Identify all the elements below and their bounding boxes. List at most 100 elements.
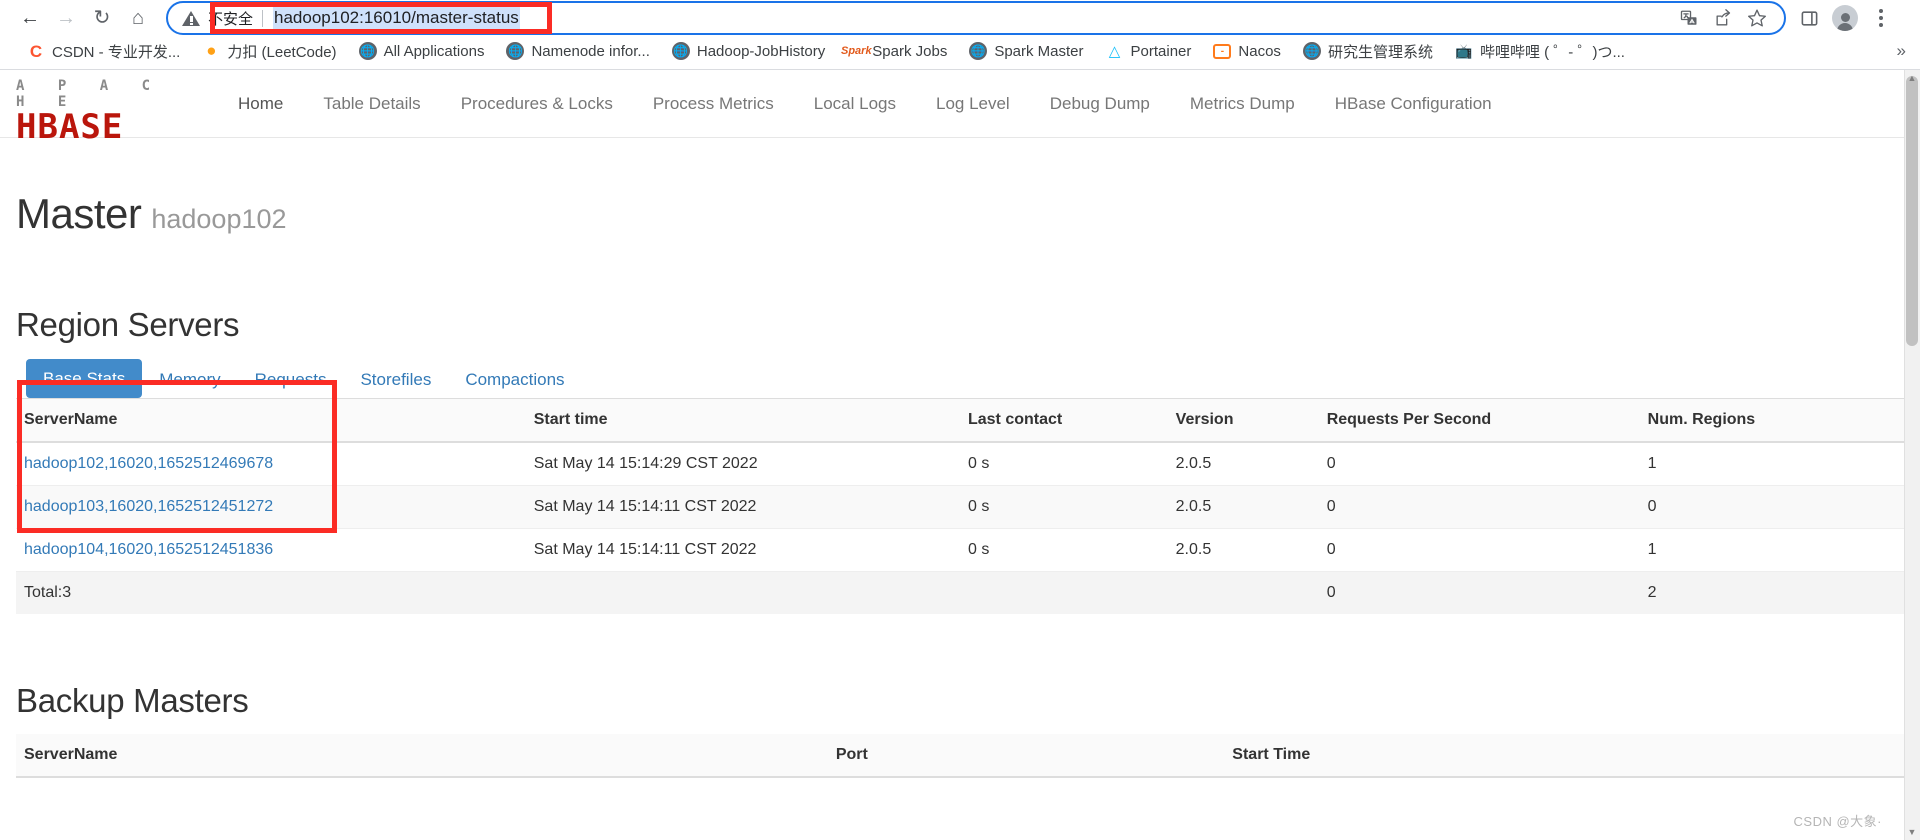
hbase-navbar: A P A C H E HBASE Home Table Details Pro… <box>0 70 1920 144</box>
bookmarks-overflow-button[interactable]: » <box>1897 41 1920 61</box>
tab-compactions[interactable]: Compactions <box>448 360 581 399</box>
forward-icon[interactable]: → <box>48 0 84 36</box>
leetcode-icon: ● <box>206 41 217 60</box>
page-content: Master hadoop102 Region Servers Base Stat… <box>0 190 1920 778</box>
cell-total-rps: 0 <box>1318 571 1640 614</box>
page-scrollbar-thumb[interactable] <box>1906 76 1918 346</box>
bookmarks-bar: C CSDN - 专业开发... ● 力扣 (LeetCode) 🌐 All A… <box>0 36 1920 66</box>
scrollbar-down-arrow[interactable]: ▼ <box>1904 824 1920 840</box>
share-icon[interactable] <box>1708 3 1738 33</box>
reload-icon[interactable]: ↻ <box>84 0 120 36</box>
cell-num-regions: 0 <box>1639 485 1904 529</box>
nav-item-metrics-dump[interactable]: Metrics Dump <box>1170 70 1315 138</box>
tab-storefiles[interactable]: Storefiles <box>343 360 448 399</box>
bookmark-item[interactable]: ● 力扣 (LeetCode) <box>191 38 347 64</box>
bookmark-item[interactable]: - Nacos <box>1202 38 1292 64</box>
region-servers-tabs: Base Stats Memory Requests Storefiles Co… <box>16 358 1904 399</box>
col-header-bm-start-time[interactable]: Start Time <box>1224 734 1904 778</box>
nav-item-local-logs[interactable]: Local Logs <box>794 70 916 138</box>
home-icon[interactable]: ⌂ <box>120 0 156 36</box>
nav-item-log-level[interactable]: Log Level <box>916 70 1030 138</box>
region-servers-heading: Region Servers <box>16 306 240 343</box>
url-text[interactable]: hadoop102:16010/master-status <box>273 7 520 29</box>
tab-base-stats[interactable]: Base Stats <box>26 358 143 398</box>
cell-start-time: Sat May 14 15:14:29 CST 2022 <box>525 441 960 486</box>
col-header-version[interactable]: Version <box>1167 399 1319 443</box>
nav-item-process-metrics[interactable]: Process Metrics <box>633 70 794 138</box>
browser-toolbar: ← → ↻ ⌂ 不安全 hadoop102:16010/master-statu… <box>0 0 1920 36</box>
col-header-bm-port[interactable]: Port <box>827 734 1225 778</box>
bookmark-label: All Applications <box>383 42 485 60</box>
table-row: hadoop104,16020,1652512451836 Sat May 14… <box>16 528 1904 572</box>
security-status-label[interactable]: 不安全 <box>208 8 262 29</box>
nav-item-hbase-configuration[interactable]: HBase Configuration <box>1315 70 1512 138</box>
nacos-icon: - <box>1213 43 1232 59</box>
cell-start-time: Sat May 14 15:14:11 CST 2022 <box>525 528 960 572</box>
cell-total-version <box>1167 571 1319 614</box>
bookmark-label: CSDN - 专业开发... <box>52 43 181 61</box>
bookmark-item[interactable]: Spark Spark Jobs <box>836 38 958 64</box>
three-dot-menu-icon[interactable] <box>1864 1 1898 35</box>
col-header-last-contact[interactable]: Last contact <box>959 399 1168 443</box>
cell-total-start-time <box>525 571 960 614</box>
globe-icon: 🌐 <box>969 42 988 60</box>
profile-avatar-icon[interactable] <box>1828 1 1862 35</box>
cell-total-label: Total:3 <box>16 571 526 614</box>
bookmark-item[interactable]: 🌐 All Applications <box>348 38 496 64</box>
side-panel-icon[interactable] <box>1792 1 1826 35</box>
globe-icon: 🌐 <box>358 42 377 60</box>
globe-icon: 🌐 <box>1302 42 1321 60</box>
tab-requests[interactable]: Requests <box>238 360 344 399</box>
bookmark-item[interactable]: 🌐 研究生管理系统 <box>1292 38 1444 64</box>
backup-masters-heading: Backup Masters <box>16 682 249 719</box>
globe-icon: 🌐 <box>671 42 690 60</box>
csdn-icon: C <box>27 42 45 60</box>
omnibox-divider <box>262 9 264 27</box>
cell-rps: 0 <box>1318 441 1640 486</box>
bookmark-label: 力扣 (LeetCode) <box>227 43 337 61</box>
col-header-num-regions[interactable]: Num. Regions <box>1639 399 1904 443</box>
not-secure-warning-icon[interactable] <box>182 9 200 27</box>
table-row: hadoop102,16020,1652512469678 Sat May 14… <box>16 441 1904 486</box>
nav-item-table-details[interactable]: Table Details <box>303 70 440 138</box>
cell-total-last-contact <box>959 571 1168 614</box>
bilibili-icon: 📺 <box>1455 42 1473 59</box>
bookmark-item[interactable]: C CSDN - 专业开发... <box>16 38 191 64</box>
col-header-requests-per-second[interactable]: Requests Per Second <box>1318 399 1640 443</box>
bookmark-item[interactable]: 📺 哔哩哔哩 ( ゜- ゜)つ... <box>1444 38 1636 64</box>
page-title-text: Master <box>16 190 142 237</box>
col-header-bm-servername[interactable]: ServerName <box>16 734 828 778</box>
bookmark-item[interactable]: 🌐 Namenode infor... <box>495 38 660 64</box>
table-header-row: ServerName Start time Last contact Versi… <box>16 399 1904 443</box>
bookmark-item[interactable]: 🌐 Hadoop-JobHistory <box>661 38 836 64</box>
table-header-row: ServerName Port Start Time <box>16 734 1904 778</box>
hbase-logo[interactable]: A P A C H E HBASE <box>16 78 188 144</box>
page-title: Master hadoop102 <box>16 190 1904 238</box>
cell-total-num-regions: 2 <box>1639 571 1904 614</box>
cell-num-regions: 1 <box>1639 528 1904 572</box>
server-link[interactable]: hadoop104,16020,1652512451836 <box>24 541 273 558</box>
bookmark-label: Portainer <box>1130 42 1192 60</box>
table-total-row: Total:3 0 2 <box>16 571 1904 614</box>
bookmark-label: Spark Master <box>994 42 1084 60</box>
bookmark-item[interactable]: 🌐 Spark Master <box>958 38 1094 64</box>
translate-icon[interactable] <box>1674 3 1704 33</box>
star-icon[interactable] <box>1742 3 1772 33</box>
spark-icon: Spark <box>841 45 872 57</box>
bookmark-label: 哔哩哔哩 ( ゜- ゜)つ... <box>1479 43 1625 61</box>
nav-item-procedures-locks[interactable]: Procedures & Locks <box>441 70 633 138</box>
scrollbar-up-arrow[interactable]: ▲ <box>1904 70 1920 86</box>
col-header-start-time[interactable]: Start time <box>525 399 960 443</box>
cell-last-contact: 0 s <box>959 441 1168 486</box>
tab-memory[interactable]: Memory <box>142 360 237 399</box>
col-header-servername[interactable]: ServerName <box>16 399 526 443</box>
bookmark-item[interactable]: △ Portainer <box>1095 38 1203 64</box>
nav-item-debug-dump[interactable]: Debug Dump <box>1030 70 1170 138</box>
address-bar[interactable]: 不安全 hadoop102:16010/master-status <box>166 1 1786 35</box>
back-icon[interactable]: ← <box>12 0 48 36</box>
bookmark-label: Hadoop-JobHistory <box>696 42 826 60</box>
nav-item-home[interactable]: Home <box>218 70 303 138</box>
server-link[interactable]: hadoop102,16020,1652512469678 <box>24 455 273 472</box>
bookmark-label: 研究生管理系统 <box>1327 43 1433 61</box>
server-link[interactable]: hadoop103,16020,1652512451272 <box>24 498 273 515</box>
